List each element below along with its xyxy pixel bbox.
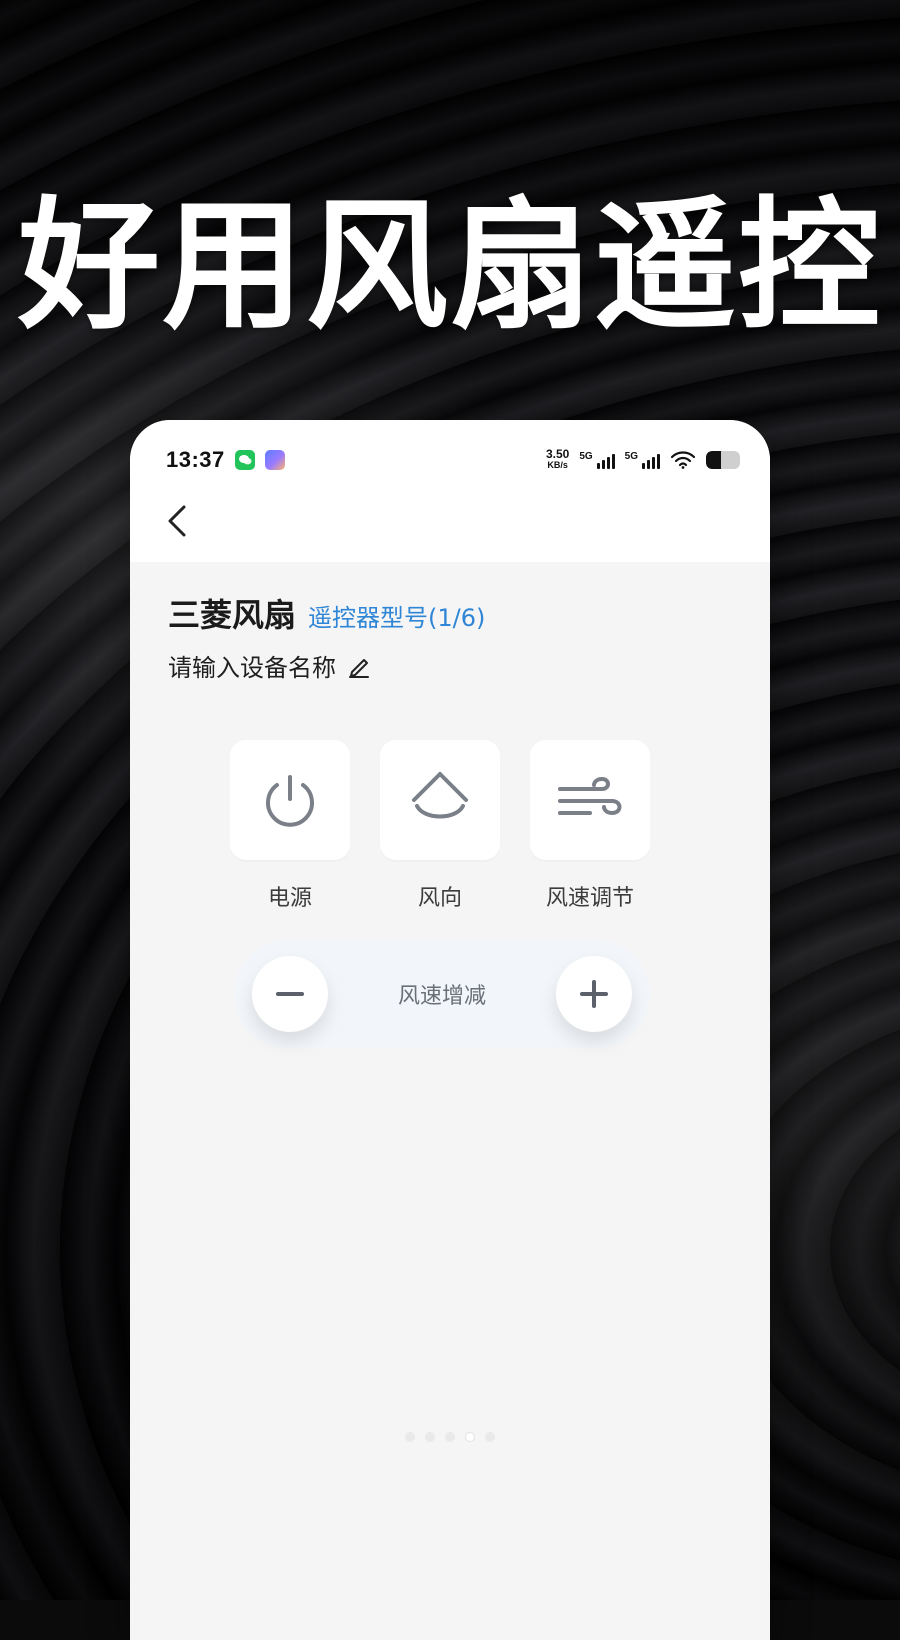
direction-button[interactable] xyxy=(380,740,500,860)
status-bar: 13:37 3.50 KB/s 5G 5G xyxy=(166,446,740,474)
network-type-2: 5G xyxy=(624,451,638,462)
remote-model-selector[interactable]: 遥控器型号(1/6) xyxy=(308,598,485,633)
status-left: 13:37 xyxy=(166,447,285,473)
pager-dot[interactable] xyxy=(405,1432,415,1442)
signal-bars-icon xyxy=(596,451,615,469)
promo-headline: 好用风扇遥控 xyxy=(18,184,882,349)
battery-icon xyxy=(706,451,740,469)
battery-fill xyxy=(706,451,722,469)
direction-label: 风向 xyxy=(417,886,462,911)
power-control: 电源 xyxy=(230,740,350,912)
speed-adjust-bar: 风速增减 xyxy=(234,940,650,1048)
wind-direction-icon xyxy=(412,772,468,819)
speed-increase-button[interactable] xyxy=(555,956,632,1032)
power-label: 电源 xyxy=(267,886,312,911)
speed-button[interactable] xyxy=(530,740,650,860)
control-buttons: 电源 风向 风速调节 xyxy=(230,740,650,912)
pager-dot-active[interactable] xyxy=(465,1432,475,1442)
direction-control: 风向 xyxy=(380,740,500,912)
network-speed-unit: KB/s xyxy=(547,460,568,470)
minus-icon xyxy=(276,992,304,996)
status-right: 3.50 KB/s 5G 5G xyxy=(545,447,740,471)
speed-decrease-button[interactable] xyxy=(252,956,328,1032)
signal-1: 5G xyxy=(579,451,615,469)
status-time: 13:37 xyxy=(166,447,225,472)
edit-pencil-icon[interactable] xyxy=(346,653,372,679)
app-notification-icon xyxy=(264,450,285,470)
device-name-placeholder[interactable]: 请输入设备名称 xyxy=(168,648,336,683)
phone-screen: 13:37 3.50 KB/s 5G 5G 三菱风扇 遥控器型号(1/6) 请输… xyxy=(130,420,770,1640)
speed-adjust-label: 风速增减 xyxy=(397,984,486,1009)
device-title-row: 三菱风扇 遥控器型号(1/6) xyxy=(168,590,485,636)
pager-dot[interactable] xyxy=(425,1432,435,1442)
device-name-input-row[interactable]: 请输入设备名称 xyxy=(168,648,372,683)
wind-speed-icon xyxy=(558,776,622,816)
wechat-glyph-icon xyxy=(238,455,252,465)
wechat-icon xyxy=(234,450,255,470)
pager-dot[interactable] xyxy=(445,1432,455,1442)
signal-2: 5G xyxy=(625,451,660,469)
network-speed-value: 3.50 xyxy=(545,447,570,461)
wifi-icon xyxy=(670,451,696,469)
power-icon xyxy=(266,775,314,827)
power-button[interactable] xyxy=(230,740,350,860)
speed-label: 风速调节 xyxy=(545,886,634,911)
plus-icon xyxy=(579,980,608,1008)
device-name: 三菱风扇 xyxy=(168,596,297,634)
network-type-1: 5G xyxy=(579,451,593,462)
app-top-bar: 13:37 3.50 KB/s 5G 5G xyxy=(130,420,770,562)
pager-dots xyxy=(130,1432,770,1442)
speed-control: 风速调节 xyxy=(530,740,650,912)
network-speed: 3.50 KB/s xyxy=(545,447,570,471)
chevron-left-icon xyxy=(168,505,186,537)
pager-dot[interactable] xyxy=(485,1432,495,1442)
signal-bars-icon xyxy=(642,451,660,469)
back-button[interactable] xyxy=(162,502,192,540)
